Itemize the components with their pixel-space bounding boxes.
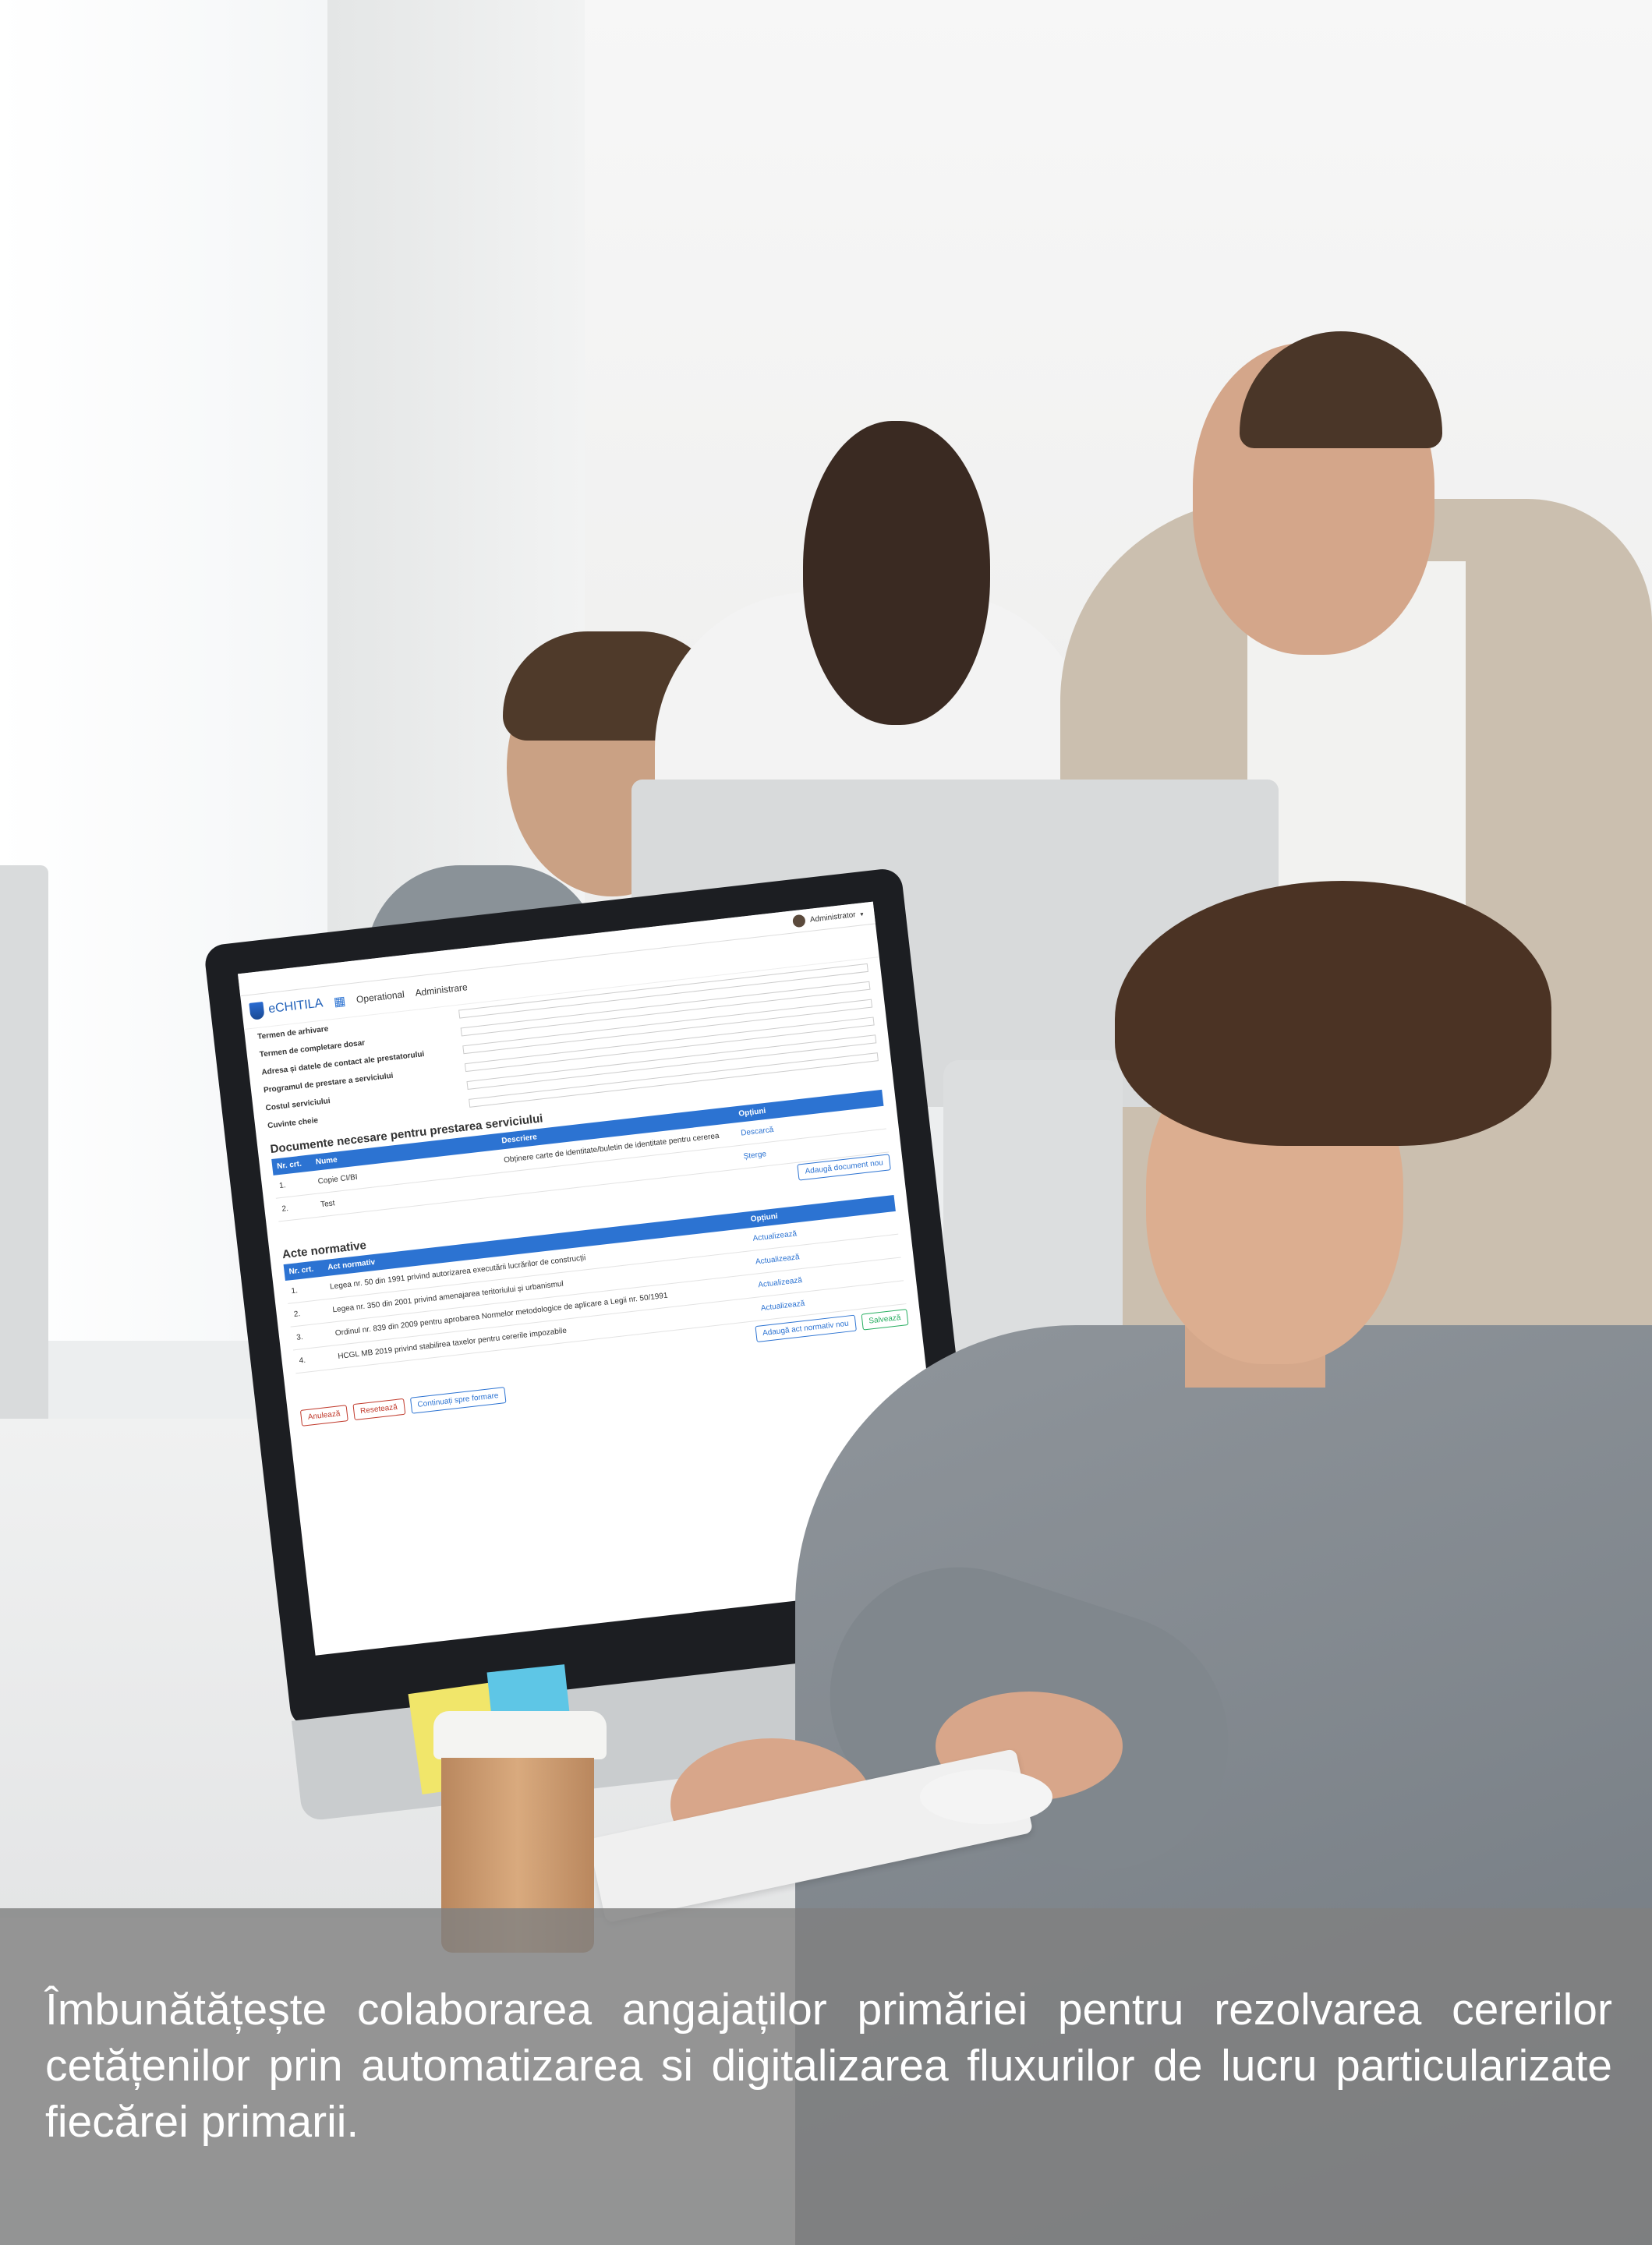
- logo-text: eCHITILA: [267, 996, 324, 1016]
- row-nr: 4.: [299, 1356, 306, 1366]
- mouse: [920, 1769, 1052, 1824]
- continue-button[interactable]: Continuați spre formare: [409, 1387, 507, 1414]
- nav-administrare[interactable]: Administrare: [415, 981, 469, 999]
- col-nr: Nr. crt.: [288, 1264, 314, 1277]
- user-menu[interactable]: Administrator: [809, 910, 856, 925]
- row-nr: 3.: [295, 1332, 304, 1342]
- crest-icon: [249, 1001, 265, 1020]
- chevron-down-icon[interactable]: ▾: [860, 910, 864, 917]
- caption-text: Îmbunătățește colaborarea angajaților pr…: [45, 1985, 1612, 2147]
- nav-operational[interactable]: Operational: [356, 988, 405, 1005]
- reset-button[interactable]: Resetează: [352, 1398, 405, 1421]
- col-nr: Nr. crt.: [276, 1159, 302, 1172]
- person-back-center-head: [803, 421, 990, 725]
- row-nr: 1.: [278, 1181, 287, 1191]
- row-nr: 1.: [290, 1286, 299, 1296]
- row-nr: 2.: [293, 1310, 301, 1320]
- avatar[interactable]: [792, 914, 806, 928]
- save-button[interactable]: Salvează: [861, 1309, 909, 1331]
- row-nr: 2.: [281, 1204, 289, 1214]
- cancel-button[interactable]: Anulează: [299, 1405, 348, 1427]
- app-logo[interactable]: eCHITILA: [249, 995, 324, 1020]
- grid-icon[interactable]: ▦: [333, 993, 346, 1010]
- coffee-cup-lid: [433, 1711, 607, 1759]
